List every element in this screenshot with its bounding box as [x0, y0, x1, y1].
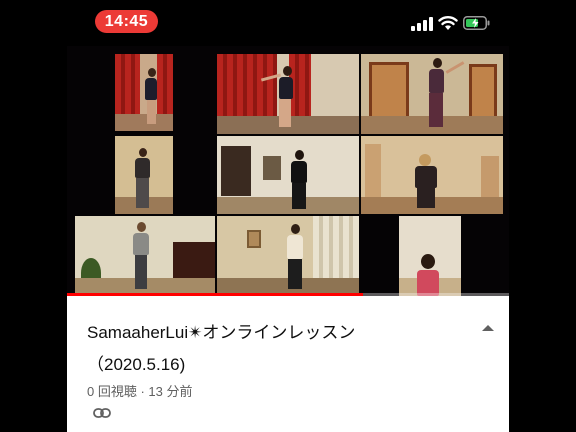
- collapse-chevron-icon[interactable]: [481, 323, 495, 333]
- participant-tile-7: [75, 216, 215, 296]
- battery-charging-icon: [463, 16, 490, 30]
- video-info-panel: SamaaherLui✴オンラインレッスン （2020.5.16) 0 回視聴 …: [67, 296, 509, 432]
- participant-tile-6: [361, 136, 503, 214]
- participant-tile-8: [217, 216, 359, 296]
- participant-tile-9: [399, 216, 461, 296]
- video-title-line-1: SamaaherLui✴オンラインレッスン: [87, 323, 356, 342]
- participant-tile-3: [361, 54, 503, 134]
- participant-tile-4: [115, 136, 173, 214]
- video-player[interactable]: [67, 46, 509, 296]
- video-view-count-and-age: 0 回視聴 · 13 分前: [87, 384, 193, 399]
- participant-tile-2: [217, 54, 359, 134]
- cellular-signal-icon: [411, 17, 433, 31]
- wifi-icon: [438, 16, 458, 30]
- participant-tile-5: [217, 136, 359, 214]
- status-time: 14:45: [95, 10, 158, 33]
- link-icon[interactable]: [93, 407, 111, 419]
- video-title[interactable]: SamaaherLui✴オンラインレッスン （2020.5.16): [87, 317, 477, 381]
- video-title-line-2: （2020.5.16): [87, 355, 186, 374]
- status-bar: 14:45: [0, 0, 576, 46]
- participant-tile-1: [115, 54, 173, 131]
